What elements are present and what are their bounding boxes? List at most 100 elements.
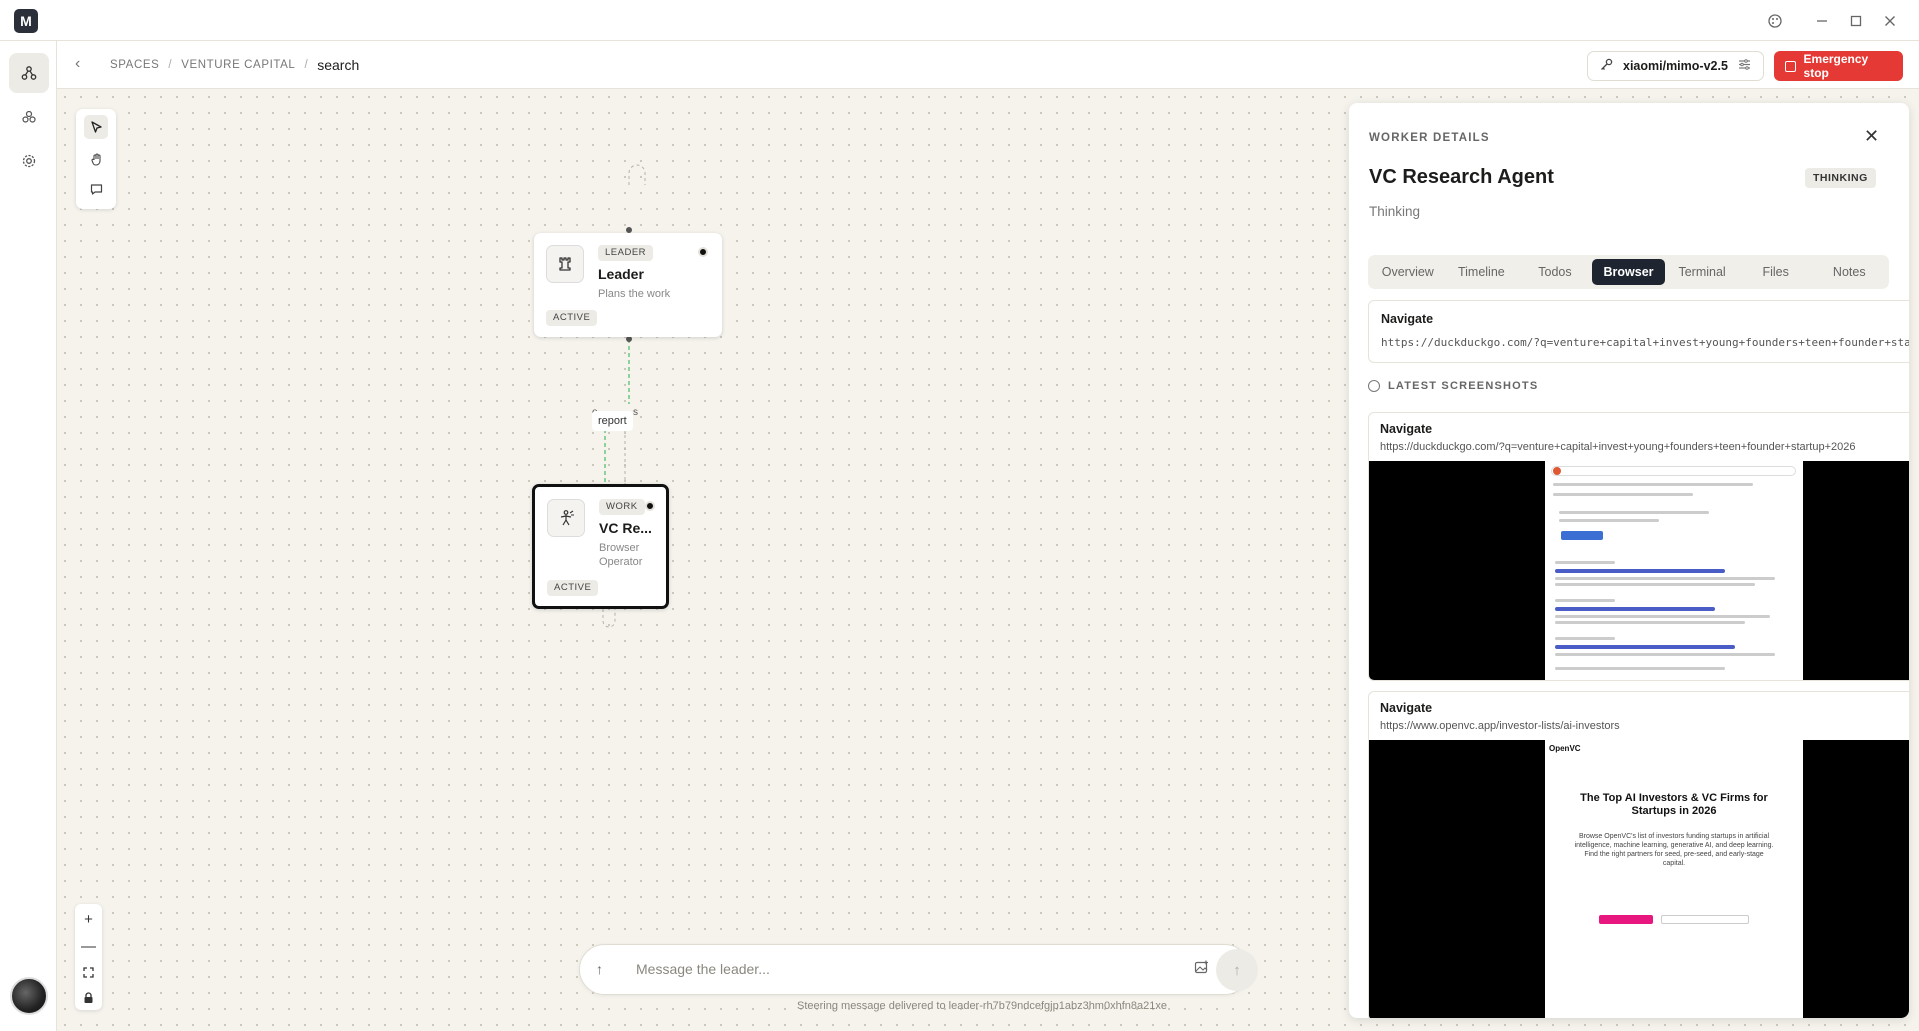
- thumb-text-line: [1559, 511, 1709, 514]
- attach-image-icon[interactable]: [1194, 960, 1209, 978]
- node-status-badge: ACTIVE: [547, 580, 599, 596]
- worker-name: VC Research Agent: [1369, 166, 1554, 188]
- detail-tabs: Overview Timeline Todos Browser Terminal…: [1368, 255, 1889, 289]
- breadcrumb: SPACES / VENTURE CAPITAL / search: [110, 57, 359, 73]
- duckduckgo-page-thumbnail: [1545, 461, 1803, 680]
- node-description: Browser Operator: [599, 542, 643, 568]
- sliders-icon[interactable]: [1738, 58, 1751, 74]
- node-name: VC Re...: [599, 520, 652, 536]
- action-url: https://duckduckgo.com/?q=venture+capita…: [1381, 336, 1909, 349]
- breadcrumb-space[interactable]: VENTURE CAPITAL: [181, 59, 295, 71]
- node-role-badge: WORK: [599, 499, 645, 515]
- thumb-text-line: [1559, 519, 1659, 522]
- zoom-out-button[interactable]: —: [75, 933, 102, 959]
- fit-view-icon[interactable]: [75, 959, 102, 985]
- message-input[interactable]: Message the leader...: [636, 961, 770, 977]
- chess-rook-icon: [546, 245, 584, 283]
- lock-icon[interactable]: [75, 985, 102, 1011]
- steering-status-text: Steering message delivered to leader-rh7…: [797, 1000, 1167, 1012]
- back-chevron-icon[interactable]: ‹: [75, 55, 80, 73]
- node-role-badge: LEADER: [598, 245, 654, 261]
- thumb-text-line: [1555, 577, 1775, 580]
- model-name: xiaomi/mimo-v2.5: [1623, 59, 1728, 73]
- close-window-icon[interactable]: [1879, 10, 1901, 32]
- worker-state-text: Thinking: [1369, 204, 1421, 219]
- current-action-card: Navigate https://duckduckgo.com/?q=ventu…: [1368, 300, 1909, 363]
- emergency-stop-label: Emergency stop: [1803, 52, 1869, 80]
- openvc-page-thumbnail: OpenVC The Top AI Investors & VC Firms f…: [1545, 740, 1803, 1018]
- screenshots-header-label: LATEST SCREENSHOTS: [1388, 380, 1539, 392]
- thumb-cta-button: [1599, 915, 1653, 924]
- node-status-badge: ACTIVE: [546, 310, 598, 326]
- arrow-up-icon[interactable]: ↑: [596, 961, 603, 977]
- thumb-result-link: [1555, 607, 1715, 611]
- worker-details-panel: WORKER DETAILS ✕ VC Research Agent THINK…: [1349, 103, 1909, 1018]
- tab-terminal[interactable]: Terminal: [1665, 259, 1739, 285]
- graph-icon[interactable]: [9, 53, 49, 93]
- tab-notes[interactable]: Notes: [1812, 259, 1886, 285]
- edge-label[interactable]: report: [592, 411, 633, 431]
- breadcrumb-separator: /: [304, 59, 309, 71]
- screenshot-title: Navigate: [1380, 422, 1433, 436]
- header: ‹ SPACES / VENTURE CAPITAL / search xiao…: [57, 41, 1919, 89]
- openvc-logo: OpenVC: [1549, 744, 1581, 753]
- left-rail: [0, 41, 57, 1031]
- breadcrumb-separator: /: [168, 59, 173, 71]
- worker-node[interactable]: WORK VC Re... Browser Operator ACTIVE: [532, 484, 669, 609]
- thumb-text-line: [1555, 583, 1755, 586]
- screenshot-icon: [1368, 380, 1380, 392]
- close-icon[interactable]: ✕: [1864, 126, 1879, 147]
- node-status-dot: [645, 501, 655, 511]
- thumb-text-line: [1555, 653, 1775, 656]
- thumb-text-line: [1553, 483, 1753, 486]
- thumb-button: [1561, 531, 1603, 540]
- zoom-controls: + —: [75, 904, 102, 1010]
- thumb-page-text: Browse OpenVC's list of investors fundin…: [1574, 833, 1774, 867]
- settings-icon[interactable]: [9, 141, 49, 181]
- network-icon[interactable]: [9, 97, 49, 137]
- worker-state-badge: THINKING: [1805, 168, 1876, 188]
- thumb-text-line: [1555, 561, 1615, 564]
- screenshot-url: https://duckduckgo.com/?q=venture+capita…: [1380, 441, 1856, 453]
- tab-browser[interactable]: Browser: [1591, 259, 1666, 285]
- thumb-text-line: [1553, 493, 1693, 496]
- key-icon: [1600, 58, 1613, 74]
- tab-files[interactable]: Files: [1739, 259, 1813, 285]
- app-logo: M: [14, 9, 38, 33]
- emergency-stop-button[interactable]: Emergency stop: [1774, 51, 1903, 81]
- maximize-icon[interactable]: [1845, 10, 1867, 32]
- screenshot-card[interactable]: Navigate https://duckduckgo.com/?q=ventu…: [1368, 412, 1909, 681]
- node-status-dot: [698, 247, 708, 257]
- node-name: Leader: [598, 266, 644, 282]
- breadcrumb-current: search: [317, 57, 360, 73]
- thumb-text-line: [1555, 621, 1745, 624]
- screenshot-image[interactable]: [1369, 461, 1909, 680]
- leader-node[interactable]: LEADER Leader Plans the work ACTIVE: [534, 233, 722, 337]
- graph-edges: [602, 164, 646, 628]
- tab-overview[interactable]: Overview: [1371, 259, 1445, 285]
- screenshot-card[interactable]: Navigate https://www.openvc.app/investor…: [1368, 691, 1909, 1018]
- tab-todos[interactable]: Todos: [1518, 259, 1592, 285]
- agent-icon: [547, 499, 585, 537]
- breadcrumb-spaces[interactable]: SPACES: [110, 59, 159, 71]
- user-avatar[interactable]: [10, 977, 48, 1015]
- thumb-page-heading: The Top AI Investors & VC Firms for Star…: [1580, 792, 1768, 817]
- zoom-in-button[interactable]: +: [75, 906, 102, 932]
- screenshot-url: https://www.openvc.app/investor-lists/ai…: [1380, 720, 1620, 732]
- thumb-text-line: [1555, 599, 1615, 602]
- screenshot-image[interactable]: OpenVC The Top AI Investors & VC Firms f…: [1369, 740, 1909, 1018]
- thumb-text-line: [1555, 637, 1615, 640]
- screenshots-header: LATEST SCREENSHOTS: [1368, 380, 1538, 392]
- thumb-result-link: [1555, 645, 1735, 649]
- send-button[interactable]: ↑: [1216, 949, 1258, 991]
- node-description: Plans the work: [598, 288, 671, 300]
- thumb-text-line: [1555, 615, 1770, 618]
- minimize-icon[interactable]: [1811, 10, 1833, 32]
- stop-icon: [1785, 60, 1796, 72]
- model-selector[interactable]: xiaomi/mimo-v2.5: [1587, 51, 1764, 81]
- tab-timeline[interactable]: Timeline: [1445, 259, 1519, 285]
- thumb-result-link: [1555, 569, 1725, 573]
- palette-icon[interactable]: [1764, 10, 1786, 32]
- duckduckgo-logo-icon: [1553, 467, 1561, 475]
- thumb-secondary-button: [1661, 915, 1749, 924]
